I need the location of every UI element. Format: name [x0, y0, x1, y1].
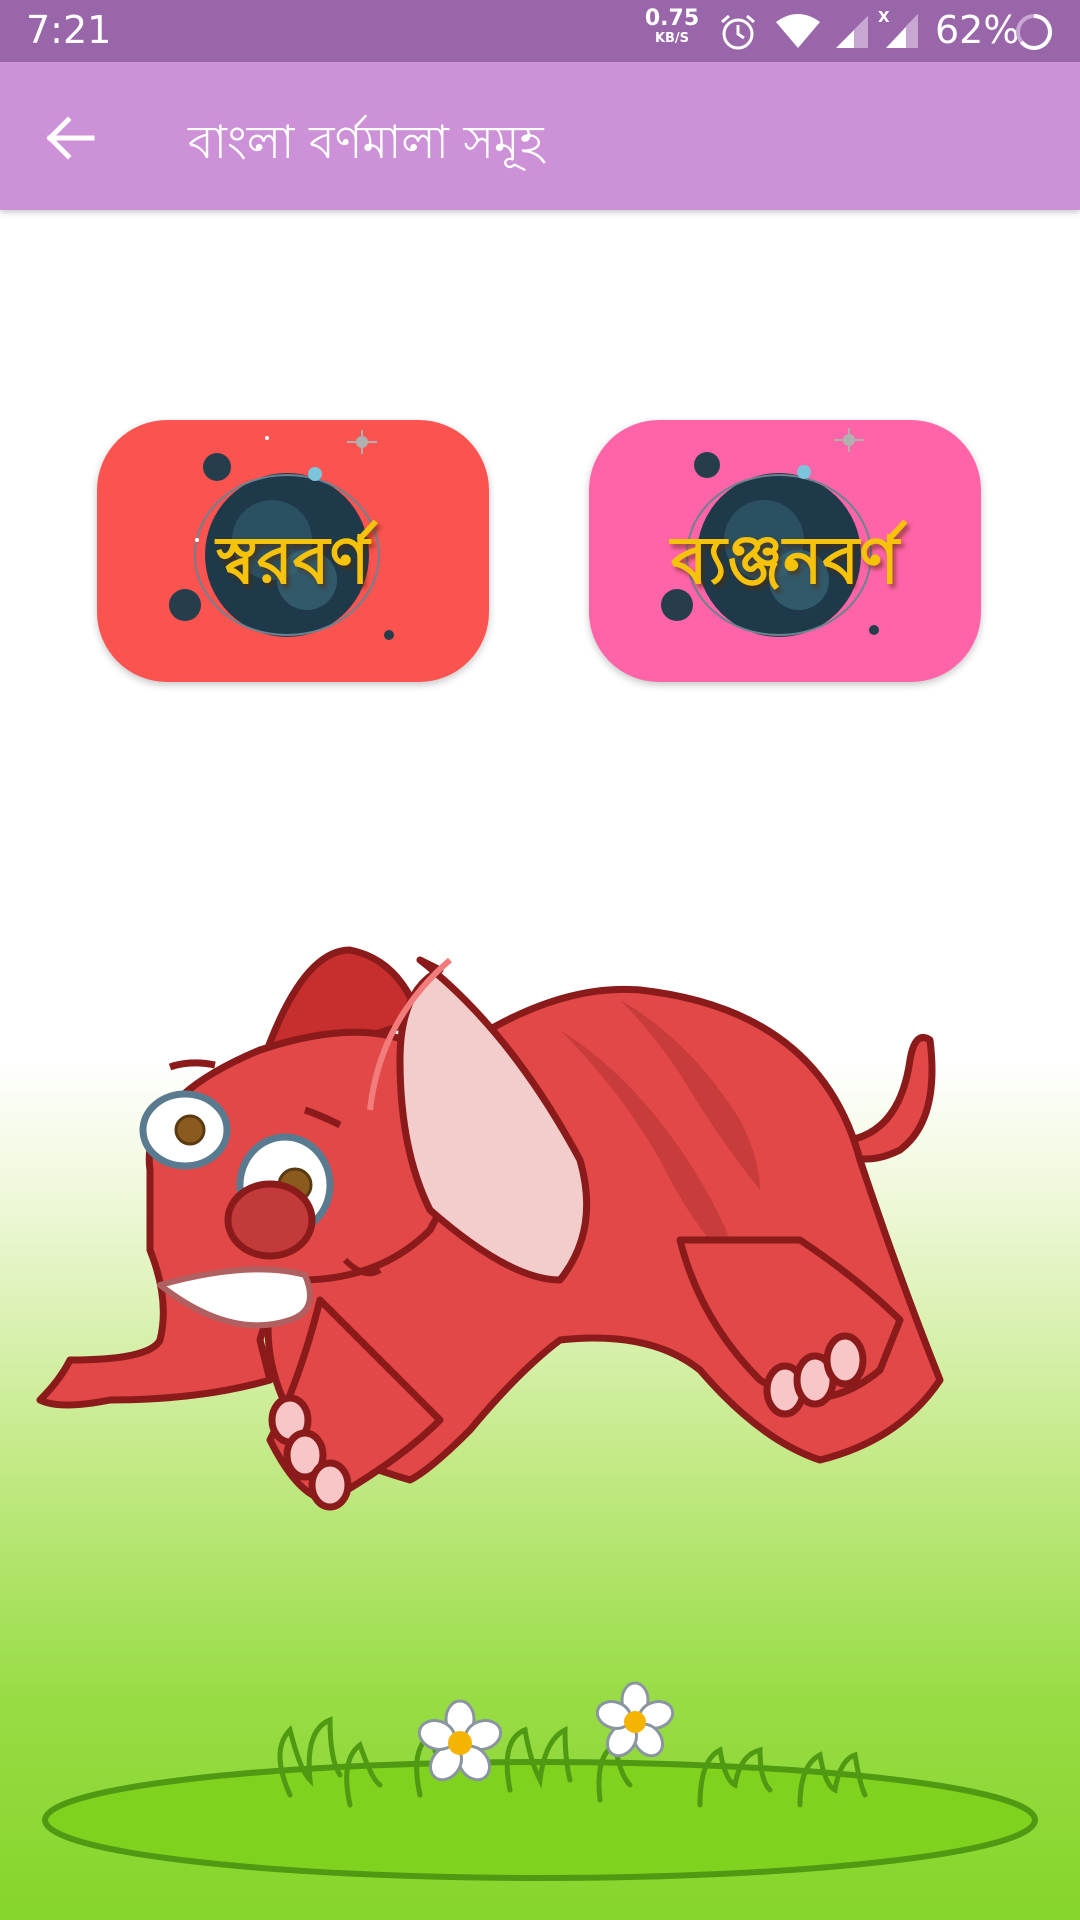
- battery-icon: [1014, 12, 1054, 56]
- network-speed-unit: KB/S: [654, 31, 690, 46]
- arrow-left-icon: [36, 116, 106, 172]
- alarm-icon: [718, 12, 758, 56]
- signal-no-data-icon: X: [878, 8, 920, 54]
- status-time: 7:21: [26, 8, 112, 52]
- network-speed-value: 0.75: [644, 6, 700, 31]
- byanjanbarna-label: ব্যঞ্জনবর্ণ: [670, 522, 900, 599]
- battery-percentage: 62%: [935, 8, 1020, 52]
- swarabarna-label: স্বরবর্ণ: [216, 522, 370, 599]
- app-bar: বাংলা বর্ণমালা সমূহ: [0, 62, 1080, 210]
- swarabarna-button[interactable]: স্বরবর্ণ: [97, 420, 489, 682]
- page-title: বাংলা বর্ণমালা সমূহ: [188, 115, 544, 169]
- grass-with-flowers: [42, 1681, 1038, 1881]
- back-button[interactable]: [36, 108, 106, 168]
- elephant-icon: [36, 946, 944, 1511]
- network-speed: 0.75 KB/S: [644, 6, 700, 46]
- byanjanbarna-button[interactable]: ব্যঞ্জনবর্ণ: [589, 420, 981, 682]
- wifi-icon: [774, 14, 822, 54]
- svg-text:X: X: [878, 8, 890, 26]
- status-bar: 7:21 0.75 KB/S X 62%: [0, 0, 1080, 62]
- signal-icon: [834, 14, 870, 54]
- elephant-illustration: [36, 946, 1038, 1881]
